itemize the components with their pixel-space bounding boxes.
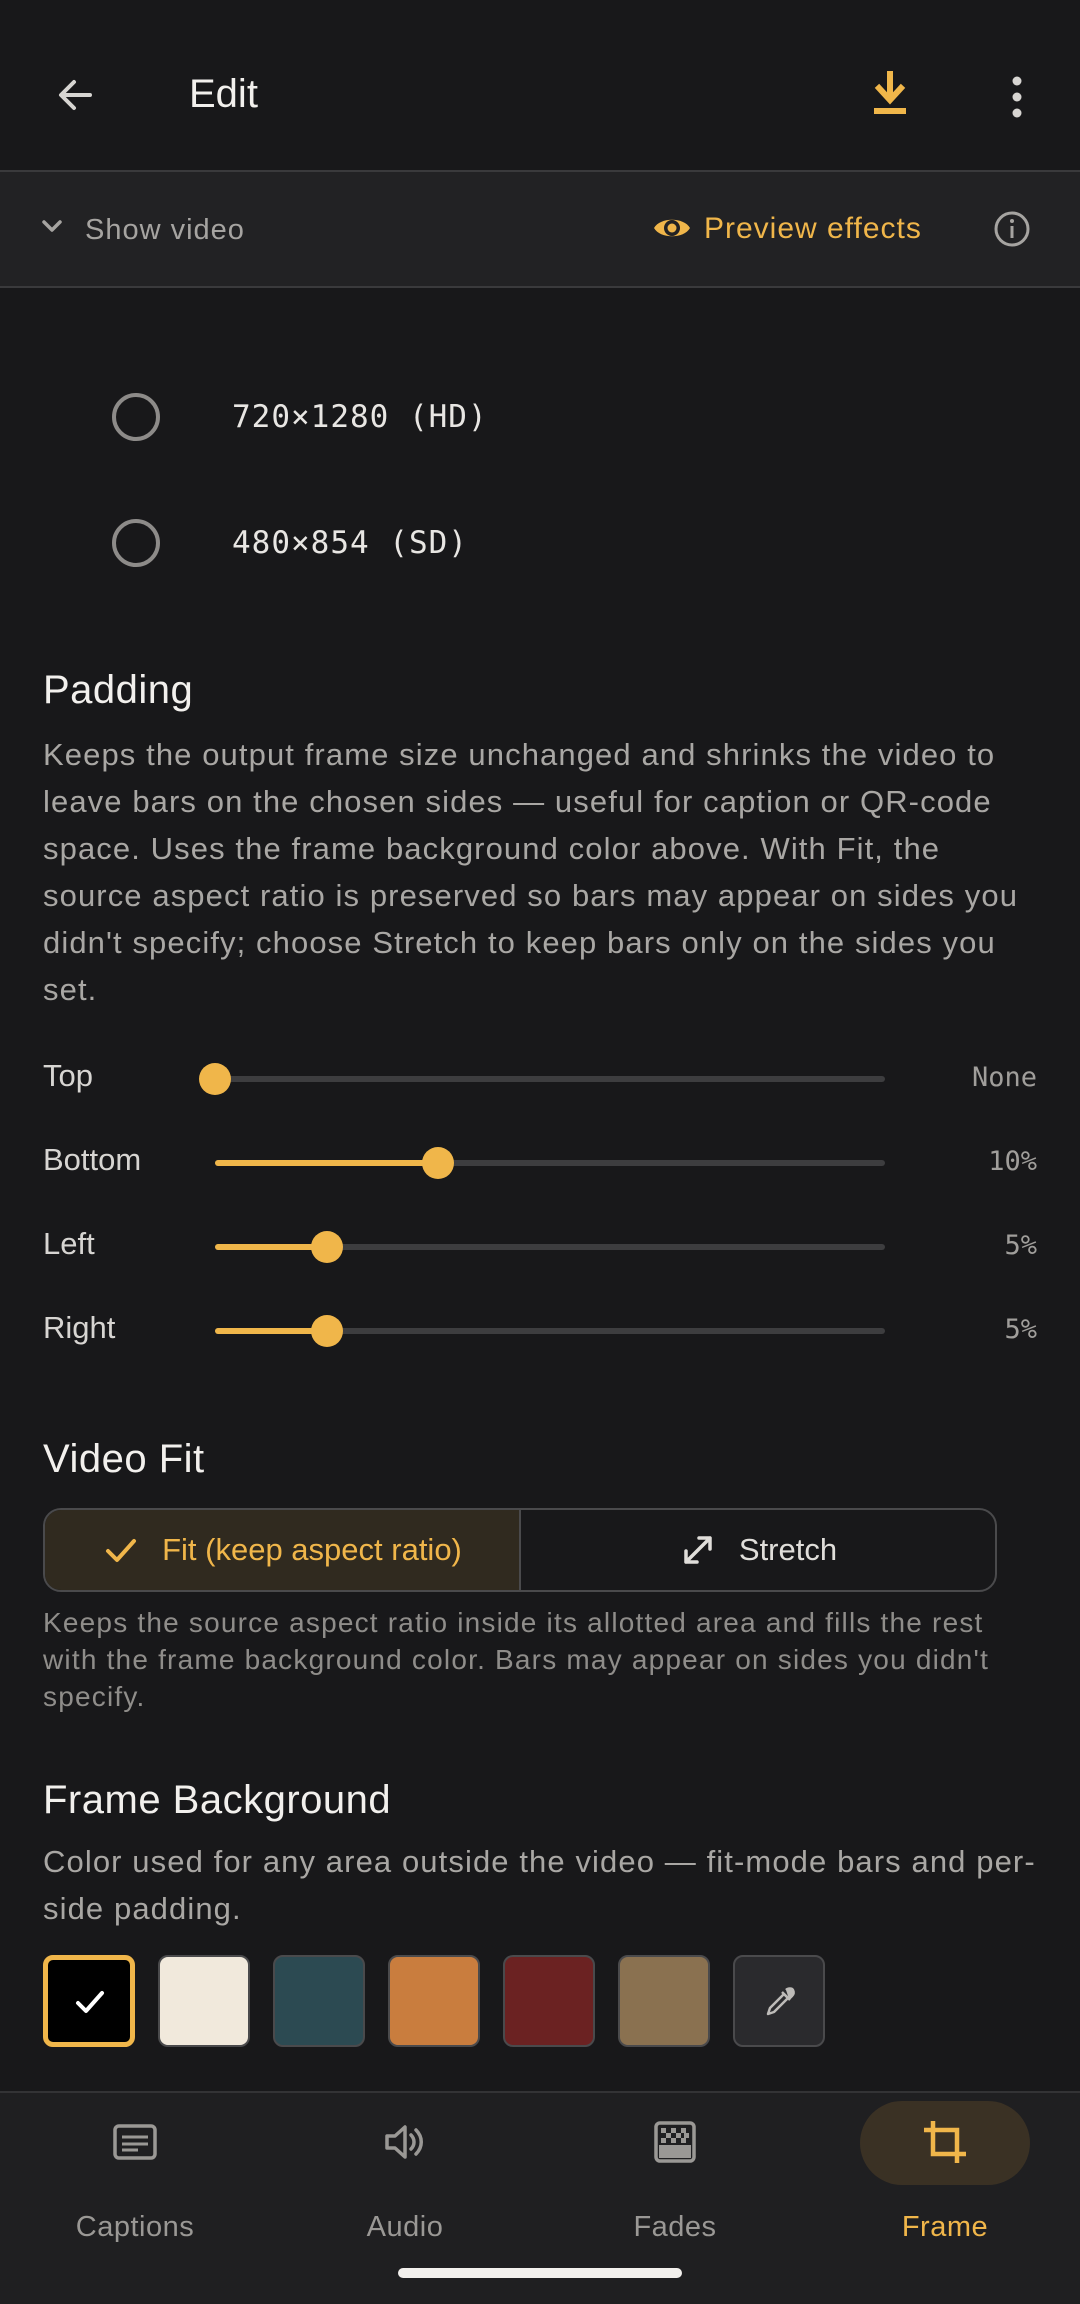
slider-label: Top [43,1058,93,1093]
checkmark-icon [106,1539,137,1562]
slider-left[interactable]: Left 5% [0,1216,1080,1276]
fit-option-label: Fit (keep aspect ratio) [162,1532,462,1567]
radio-button[interactable] [112,393,160,441]
padding-title: Padding [43,668,194,712]
radio-button[interactable] [112,519,160,567]
nav-label: Captions [75,2211,195,2243]
slider-label: Bottom [43,1142,142,1177]
speaker-icon [385,2125,423,2159]
video-fit-title: Video Fit [43,1437,205,1481]
crop-icon [924,2121,966,2163]
show-video-toggle[interactable]: Show video [85,214,245,247]
slider-bottom[interactable]: Bottom 10% [0,1132,1080,1192]
download-icon[interactable] [870,70,910,118]
slider-value: 5% [1004,1230,1037,1261]
color-swatch-black[interactable] [43,1955,135,2047]
color-picker-button[interactable] [733,1955,825,2047]
slider-track[interactable] [199,1063,885,1095]
nav-item-captions[interactable]: Captions [0,2093,270,2283]
expand-diagonal-icon [684,1536,712,1564]
fades-icon [654,2121,696,2163]
resolution-option-sd[interactable]: 480×854 (SD) [0,497,1080,587]
resolution-label: 720×1280 (HD) [232,399,488,435]
slider-track[interactable] [215,1147,885,1179]
nav-item-fades[interactable]: Fades [540,2093,810,2283]
chevron-down-icon[interactable] [38,212,66,240]
video-fit-segmented-control: Fit (keep aspect ratio) Stretch [43,1508,997,1592]
nav-item-audio[interactable]: Audio [270,2093,540,2283]
slider-value: 5% [1004,1314,1037,1345]
resolution-option-hd[interactable]: 720×1280 (HD) [0,371,1080,461]
nav-item-frame[interactable]: Frame [810,2093,1080,2283]
padding-description: Keeps the output frame size unchanged an… [43,737,1019,1007]
slider-top[interactable]: Top None [0,1048,1080,1108]
frame-background-description: Color used for any area outside the vide… [43,1844,1036,1926]
color-swatch-cream[interactable] [158,1955,250,2047]
slider-thumb[interactable] [310,1231,343,1263]
slider-fill [215,1160,439,1166]
video-toolbar: Show video Preview effects [0,170,1080,288]
eye-icon [654,219,690,237]
more-options-icon[interactable] [1000,74,1034,120]
fit-option-button[interactable]: Fit (keep aspect ratio) [45,1510,521,1590]
nav-label: Audio [366,2211,444,2243]
stretch-option-label: Stretch [738,1532,838,1567]
slider-thumb[interactable] [199,1063,231,1095]
color-swatch-tan[interactable] [618,1955,710,2047]
preview-effects-button[interactable]: Preview effects [704,212,922,246]
slider-value: None [971,1062,1037,1093]
checkmark-icon [76,1991,104,2013]
eyedropper-icon [766,1987,795,2016]
captions-icon [113,2124,157,2160]
slider-thumb[interactable] [422,1147,455,1179]
slider-value: 10% [988,1146,1037,1177]
page-title: Edit [189,72,258,116]
nav-label: Fades [633,2211,717,2243]
top-app-bar: Edit [0,0,1080,170]
slider-right[interactable]: Right 5% [0,1300,1080,1360]
stretch-option-button[interactable]: Stretch [521,1510,995,1590]
slider-track[interactable] [215,1231,885,1263]
back-arrow-icon[interactable] [50,70,100,120]
info-icon[interactable] [993,210,1031,248]
slider-label: Left [43,1226,95,1261]
color-swatch-teal[interactable] [273,1955,365,2047]
resolution-label: 480×854 (SD) [232,525,468,561]
color-swatch-orange[interactable] [388,1955,480,2047]
slider-thumb[interactable] [310,1315,343,1347]
gesture-home-bar[interactable] [398,2268,682,2278]
slider-track[interactable] [215,1315,885,1347]
frame-background-title: Frame Background [43,1778,392,1822]
video-fit-description: Keeps the source aspect ratio inside its… [43,1607,990,1712]
nav-label: Frame [901,2211,989,2243]
color-swatch-maroon[interactable] [503,1955,595,2047]
slider-label: Right [43,1310,116,1345]
